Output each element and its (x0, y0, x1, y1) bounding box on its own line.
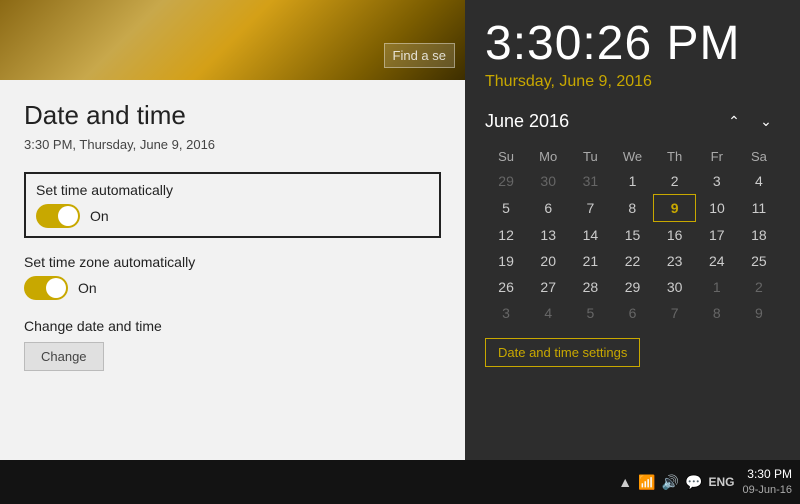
calendar-week-row: 262728293012 (485, 274, 780, 300)
calendar-week-row: 2930311234 (485, 168, 780, 195)
calendar-day[interactable]: 11 (738, 195, 780, 222)
page-title: Date and time (24, 100, 441, 131)
calendar-day[interactable]: 7 (654, 300, 696, 326)
calendar-day[interactable]: 5 (569, 300, 611, 326)
calendar-day[interactable]: 3 (485, 300, 527, 326)
weekday-tu: Tu (569, 145, 611, 168)
calendar-day[interactable]: 6 (611, 300, 653, 326)
calendar-day[interactable]: 8 (611, 195, 653, 222)
calendar-day[interactable]: 2 (654, 168, 696, 195)
calendar-day[interactable]: 26 (485, 274, 527, 300)
change-button[interactable]: Change (24, 342, 104, 371)
calendar-day[interactable]: 7 (569, 195, 611, 222)
taskbar-date: 09-Jun-16 (742, 483, 792, 498)
header-image: Find a se (0, 0, 465, 80)
set-time-auto-toggle[interactable] (36, 204, 80, 228)
volume-icon[interactable]: 🔊 (662, 474, 679, 491)
calendar-day[interactable]: 21 (569, 248, 611, 274)
tray-arrow-icon[interactable]: ▲ (618, 474, 632, 490)
calendar-nav: ⌃ ⌄ (720, 107, 780, 135)
taskbar-time: 3:30 PM (742, 466, 792, 483)
weekday-su: Su (485, 145, 527, 168)
calendar-day[interactable]: 4 (527, 300, 569, 326)
clock-date: Thursday, June 9, 2016 (485, 73, 780, 91)
calendar-day[interactable]: 10 (696, 195, 738, 222)
clock-time: 3:30:26 PM (485, 16, 780, 71)
calendar-day[interactable]: 29 (485, 168, 527, 195)
weekday-th: Th (654, 145, 696, 168)
set-timezone-toggle[interactable] (24, 276, 68, 300)
calendar-week-row: 12131415161718 (485, 222, 780, 249)
weekday-we: We (611, 145, 653, 168)
weekday-mo: Mo (527, 145, 569, 168)
calendar-day[interactable]: 4 (738, 168, 780, 195)
calendar-day[interactable]: 9 (738, 300, 780, 326)
settings-panel: Find a se Date and time 3:30 PM, Thursda… (0, 0, 465, 460)
weekday-sa: Sa (738, 145, 780, 168)
calendar-header: June 2016 ⌃ ⌄ (485, 107, 780, 135)
calendar-day[interactable]: 23 (654, 248, 696, 274)
current-datetime: 3:30 PM, Thursday, June 9, 2016 (24, 137, 441, 152)
search-bar[interactable]: Find a se (384, 43, 455, 68)
calendar-day[interactable]: 17 (696, 222, 738, 249)
prev-month-button[interactable]: ⌃ (720, 107, 748, 135)
calendar-day[interactable]: 20 (527, 248, 569, 274)
calendar-day[interactable]: 30 (527, 168, 569, 195)
search-text: Find a se (393, 48, 446, 63)
calendar-day[interactable]: 3 (696, 168, 738, 195)
calendar-day[interactable]: 30 (654, 274, 696, 300)
calendar-day[interactable]: 28 (569, 274, 611, 300)
calendar-day[interactable]: 29 (611, 274, 653, 300)
set-timezone-auto-section: Set time zone automatically On (24, 254, 441, 300)
calendar-week-row: 19202122232425 (485, 248, 780, 274)
calendar-day[interactable]: 12 (485, 222, 527, 249)
calendar-day[interactable]: 22 (611, 248, 653, 274)
set-time-auto-section: Set time automatically On (24, 172, 441, 238)
clock-panel: 3:30:26 PM Thursday, June 9, 2016 June 2… (465, 0, 800, 460)
date-time-settings-link[interactable]: Date and time settings (485, 338, 640, 367)
network-icon: 📶 (638, 474, 655, 491)
calendar-day[interactable]: 1 (611, 168, 653, 195)
calendar-day[interactable]: 18 (738, 222, 780, 249)
calendar-day[interactable]: 2 (738, 274, 780, 300)
calendar-day[interactable]: 24 (696, 248, 738, 274)
calendar-month-year: June 2016 (485, 111, 569, 132)
calendar-day[interactable]: 1 (696, 274, 738, 300)
taskbar-time-display[interactable]: 3:30 PM 09-Jun-16 (742, 466, 792, 498)
language-indicator: ENG (708, 475, 734, 489)
weekday-fr: Fr (696, 145, 738, 168)
calendar-day[interactable]: 16 (654, 222, 696, 249)
calendar-day[interactable]: 6 (527, 195, 569, 222)
calendar-day[interactable]: 31 (569, 168, 611, 195)
set-timezone-label: Set time zone automatically (24, 254, 441, 270)
change-datetime-label: Change date and time (24, 318, 441, 334)
message-icon[interactable]: 💬 (685, 474, 702, 491)
calendar-week-row: 3456789 (485, 300, 780, 326)
calendar-day[interactable]: 13 (527, 222, 569, 249)
calendar-day[interactable]: 9 (654, 195, 696, 222)
calendar-day[interactable]: 19 (485, 248, 527, 274)
set-timezone-state: On (78, 280, 97, 296)
taskbar-tray: ▲ 📶 🔊 💬 ENG (618, 474, 734, 491)
set-time-auto-state: On (90, 208, 109, 224)
calendar-day[interactable]: 25 (738, 248, 780, 274)
set-time-auto-row: On (36, 204, 429, 228)
set-time-auto-label: Set time automatically (36, 182, 429, 198)
calendar-day[interactable]: 14 (569, 222, 611, 249)
calendar-day[interactable]: 5 (485, 195, 527, 222)
settings-content: Date and time 3:30 PM, Thursday, June 9,… (0, 80, 465, 409)
taskbar: ▲ 📶 🔊 💬 ENG 3:30 PM 09-Jun-16 (0, 460, 800, 504)
calendar-day[interactable]: 15 (611, 222, 653, 249)
calendar-day[interactable]: 8 (696, 300, 738, 326)
change-datetime-section: Change date and time Change (24, 318, 441, 371)
calendar-weekday-row: Su Mo Tu We Th Fr Sa (485, 145, 780, 168)
calendar-day[interactable]: 27 (527, 274, 569, 300)
next-month-button[interactable]: ⌄ (752, 107, 780, 135)
calendar-grid: Su Mo Tu We Th Fr Sa 2930311234567891011… (485, 145, 780, 326)
set-timezone-row: On (24, 276, 441, 300)
calendar-week-row: 567891011 (485, 195, 780, 222)
